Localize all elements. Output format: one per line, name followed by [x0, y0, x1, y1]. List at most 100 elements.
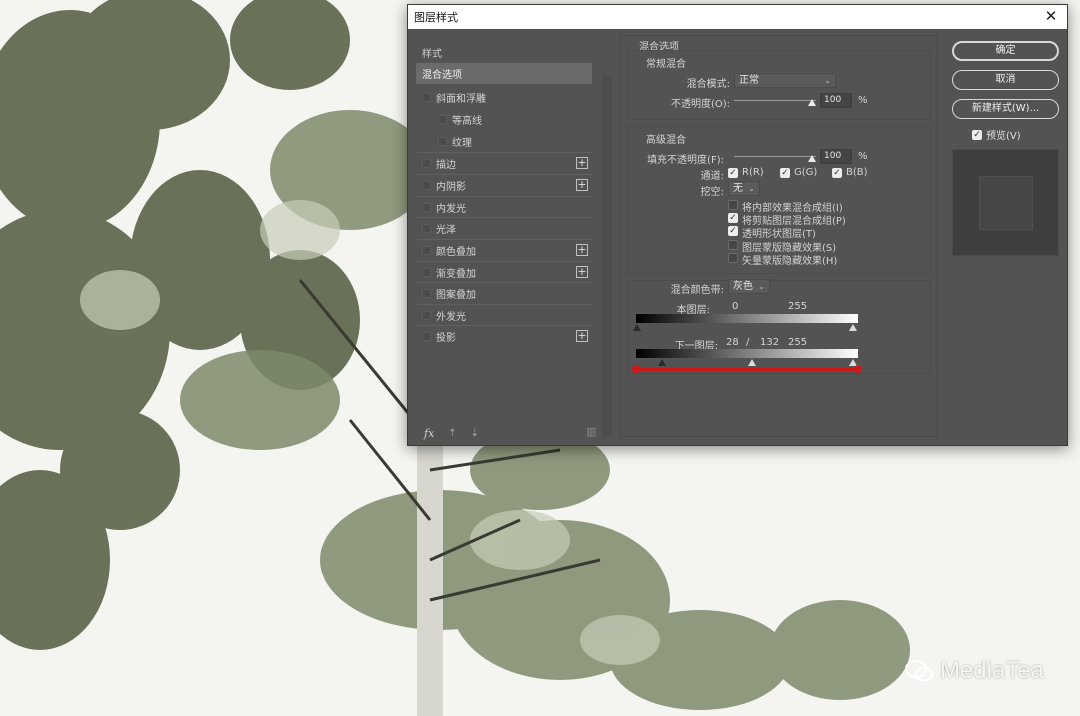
- style-preview-swatch: [979, 176, 1033, 230]
- channel-r-checkbox[interactable]: ✓: [728, 168, 738, 178]
- layer-mask-hides-checkbox[interactable]: [728, 240, 738, 250]
- style-item-label: 内发光: [436, 203, 466, 215]
- chevron-down-icon: ⌄: [824, 76, 831, 85]
- style-item-label: 内阴影: [436, 181, 466, 193]
- style-item-bevel-emboss[interactable]: 斜面和浮雕: [416, 87, 592, 108]
- style-checkbox[interactable]: [438, 115, 447, 124]
- style-item-drop-shadow[interactable]: 投影 +: [416, 325, 592, 346]
- channel-b-checkbox[interactable]: ✓: [832, 168, 842, 178]
- close-icon[interactable]: ✕: [1043, 8, 1059, 24]
- style-item-texture[interactable]: 纹理: [416, 131, 592, 152]
- style-checkbox[interactable]: [422, 267, 431, 277]
- preview-toggle[interactable]: ✓ 预览(V): [972, 127, 1021, 142]
- style-item-blending-options[interactable]: 混合选项: [416, 63, 592, 84]
- style-checkbox[interactable]: [422, 288, 431, 298]
- general-blending-group: 常规混合 混合模式: 正常 ⌄ 不透明度(O): 100 %: [627, 50, 931, 120]
- add-stroke-icon[interactable]: +: [576, 157, 588, 169]
- under-layer-sep: /: [746, 337, 750, 348]
- style-checkbox[interactable]: [422, 202, 431, 212]
- style-checkbox[interactable]: [422, 331, 431, 341]
- cancel-button[interactable]: 取消: [952, 70, 1059, 90]
- blend-mode-select[interactable]: 正常 ⌄: [734, 73, 836, 88]
- fill-opacity-slider[interactable]: [734, 156, 816, 157]
- general-blending-title: 常规混合: [646, 59, 686, 70]
- style-item-gradient-overlay[interactable]: 渐变叠加 +: [416, 261, 592, 282]
- style-checkbox[interactable]: [422, 158, 431, 168]
- channel-g-checkbox[interactable]: ✓: [780, 168, 790, 178]
- style-item-pattern-overlay[interactable]: 图案叠加: [416, 282, 592, 303]
- move-down-icon[interactable]: ⇣: [471, 428, 479, 439]
- channel-r-label: R(R): [742, 167, 764, 178]
- add-drop-shadow-icon[interactable]: +: [576, 330, 588, 342]
- vector-mask-hides-label: 矢量蒙版隐藏效果(H): [742, 256, 838, 267]
- highlight-dot-right: [854, 365, 862, 373]
- chevron-down-icon: ⌄: [748, 184, 755, 193]
- under-layer-mid: 132: [760, 337, 780, 348]
- under-layer-black-slider-left-half[interactable]: [658, 359, 666, 366]
- dialog-titlebar[interactable]: 图层样式 ✕: [408, 5, 1067, 29]
- style-item-outer-glow[interactable]: 外发光: [416, 304, 592, 325]
- blending-options-panel: 混合选项 常规混合 混合模式: 正常 ⌄ 不透明度(O): 100 % 高级混合…: [620, 35, 938, 437]
- style-item-satin[interactable]: 光泽: [416, 217, 592, 238]
- transparency-shapes-checkbox[interactable]: ✓: [728, 226, 738, 236]
- this-layer-low: 0: [732, 301, 739, 312]
- wechat-icon: [904, 660, 933, 682]
- blend-mode-value: 正常: [739, 75, 759, 86]
- preview-checkbox[interactable]: ✓: [972, 129, 982, 140]
- opacity-input[interactable]: 100: [820, 93, 852, 108]
- preview-label: 预览(V): [986, 131, 1021, 142]
- style-list-scrollbar[interactable]: [602, 75, 612, 437]
- this-layer-black-slider[interactable]: [633, 324, 641, 331]
- trash-icon[interactable]: ▥: [586, 425, 596, 438]
- opacity-unit: %: [858, 95, 868, 106]
- blend-interior-effects-checkbox[interactable]: [728, 200, 738, 210]
- vector-mask-hides-checkbox[interactable]: [728, 253, 738, 263]
- style-item-inner-shadow[interactable]: 内阴影 +: [416, 174, 592, 195]
- style-checkbox[interactable]: [422, 245, 431, 255]
- style-checkbox[interactable]: [422, 310, 431, 320]
- transparency-shapes-label: 透明形状图层(T): [742, 229, 816, 240]
- style-item-contour[interactable]: 等高线: [416, 109, 592, 130]
- style-item-label: 颜色叠加: [436, 246, 476, 258]
- style-item-label: 外发光: [436, 311, 466, 323]
- blend-if-select[interactable]: 灰色 ⌄: [728, 279, 770, 294]
- watermark-text: MediaTea: [939, 657, 1044, 684]
- add-inner-shadow-icon[interactable]: +: [576, 179, 588, 191]
- opacity-slider[interactable]: [734, 100, 816, 101]
- style-checkbox[interactable]: [422, 223, 431, 233]
- style-item-color-overlay[interactable]: 颜色叠加 +: [416, 239, 592, 260]
- style-checkbox[interactable]: [422, 180, 431, 190]
- style-checkbox[interactable]: [422, 93, 431, 102]
- style-list-footer: fx ⇡ ⇣: [424, 423, 479, 443]
- under-layer-high: 255: [788, 337, 808, 348]
- new-style-button[interactable]: 新建样式(W)...: [952, 99, 1059, 119]
- fill-opacity-slider-thumb[interactable]: [808, 155, 816, 162]
- under-layer-gradient: [636, 349, 858, 358]
- add-color-overlay-icon[interactable]: +: [576, 244, 588, 256]
- style-item-inner-glow[interactable]: 内发光: [416, 196, 592, 217]
- highlight-underline: [636, 368, 858, 371]
- style-item-label: 描边: [436, 159, 456, 171]
- fill-opacity-input[interactable]: 100: [820, 149, 852, 164]
- advanced-blending-group: 高级混合 填充不透明度(F): 100 % 通道: ✓ R(R) ✓ G(G) …: [627, 126, 931, 274]
- channels-label: 通道:: [700, 171, 724, 182]
- chevron-down-icon: ⌄: [758, 282, 765, 291]
- add-gradient-overlay-icon[interactable]: +: [576, 266, 588, 278]
- style-item-label: 渐变叠加: [436, 268, 476, 280]
- dialog-title: 图层样式: [414, 11, 458, 24]
- style-preview-thumbnail: [952, 149, 1059, 256]
- style-checkbox[interactable]: [438, 137, 447, 146]
- fx-icon[interactable]: fx: [424, 427, 434, 440]
- under-layer-black-slider-right-half[interactable]: [748, 359, 756, 366]
- knockout-select[interactable]: 无 ⌄: [728, 181, 760, 196]
- ok-button[interactable]: 确定: [952, 41, 1059, 61]
- style-item-stroke[interactable]: 描边 +: [416, 152, 592, 173]
- this-layer-white-slider[interactable]: [849, 324, 857, 331]
- move-up-icon[interactable]: ⇡: [448, 428, 456, 439]
- blend-clipped-layers-checkbox[interactable]: ✓: [728, 213, 738, 223]
- opacity-slider-thumb[interactable]: [808, 99, 816, 106]
- knockout-value: 无: [733, 183, 743, 194]
- under-layer-low: 28: [726, 337, 739, 348]
- knockout-label: 挖空:: [700, 187, 724, 198]
- highlight-dot-left: [632, 365, 640, 373]
